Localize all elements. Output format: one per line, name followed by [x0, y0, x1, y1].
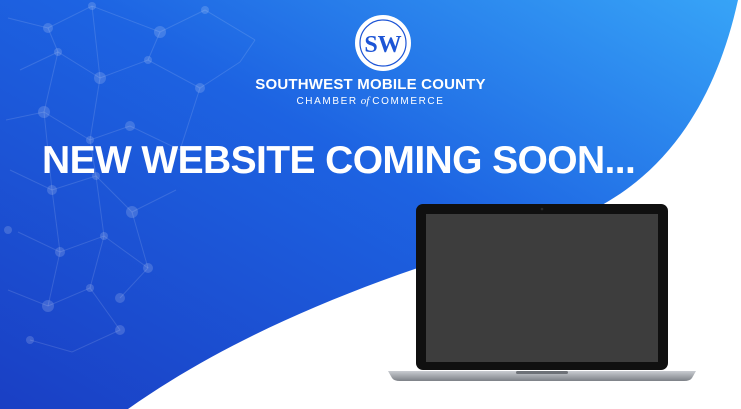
- laptop-mockup: [388, 204, 696, 381]
- org-subtitle: CHAMBER of COMMERCE: [0, 95, 741, 107]
- sw-seal-logo: SW: [355, 15, 411, 71]
- headline: NEW WEBSITE COMING SOON...: [42, 139, 636, 182]
- org-sub-of: of: [360, 95, 370, 107]
- org-sub-chamber: CHAMBER: [296, 96, 358, 107]
- laptop-camera: [540, 207, 544, 211]
- laptop-screen: [426, 214, 658, 362]
- laptop-notch: [516, 371, 568, 374]
- logo-monogram: SW: [364, 32, 401, 58]
- coming-soon-banner: SW SOUTHWEST MOBILE COUNTY CHAMBER of COMM…: [0, 0, 741, 409]
- org-name: SOUTHWEST MOBILE COUNTY: [255, 76, 486, 93]
- org-sub-commerce: COMMERCE: [372, 96, 445, 107]
